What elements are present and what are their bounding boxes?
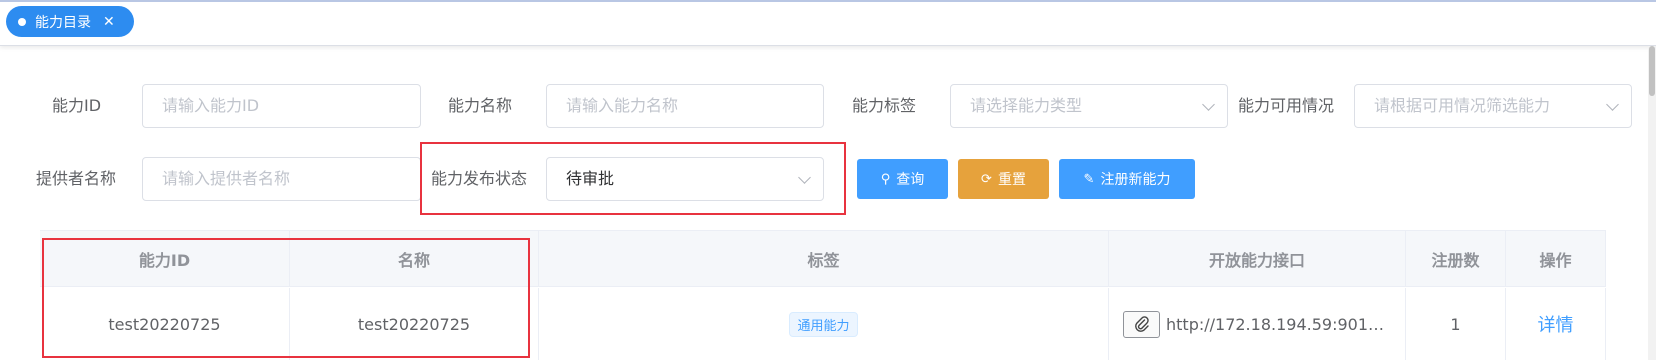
ability-id-input[interactable]: 请输入能力ID bbox=[142, 84, 421, 128]
search-icon: ⚲ bbox=[880, 171, 891, 187]
query-button-label: 查询 bbox=[896, 172, 925, 188]
column-header-action: 操作 bbox=[1506, 231, 1606, 287]
publish-status-label: 能力发布状态 bbox=[431, 169, 528, 188]
cell-count: 1 bbox=[1406, 288, 1506, 360]
ability-tag-select[interactable]: 请选择能力类型 bbox=[950, 84, 1228, 128]
cell-action: 详情 bbox=[1506, 288, 1606, 360]
scrollbar-thumb[interactable] bbox=[1649, 46, 1655, 96]
provider-name-label: 提供者名称 bbox=[36, 169, 117, 188]
chevron-down-icon bbox=[1606, 98, 1619, 111]
cell-id: test20220725 bbox=[40, 288, 290, 360]
edit-icon: ✎ bbox=[1083, 171, 1095, 187]
query-button[interactable]: ⚲ 查询 bbox=[857, 159, 948, 199]
tag-badge: 通用能力 bbox=[789, 311, 858, 337]
ability-table: 能力ID 名称 标签 开放能力接口 注册数 操作 test20220725 te… bbox=[40, 230, 1606, 360]
cell-api: http://172.18.194.59:9012/... bbox=[1109, 288, 1406, 360]
paperclip-icon bbox=[1134, 316, 1149, 332]
tab-label: 能力目录 bbox=[35, 14, 91, 31]
column-header-name: 名称 bbox=[290, 231, 539, 287]
refresh-icon: ⟳ bbox=[981, 171, 992, 187]
provider-name-input[interactable]: 请输入提供者名称 bbox=[142, 157, 421, 201]
copy-link-button[interactable] bbox=[1123, 310, 1160, 338]
publish-status-select[interactable]: 待审批 bbox=[546, 157, 824, 201]
api-url: http://172.18.194.59:9012/... bbox=[1166, 314, 1388, 334]
ability-id-label: 能力ID bbox=[52, 96, 102, 115]
chevron-down-icon bbox=[798, 171, 811, 184]
ability-tag-label: 能力标签 bbox=[852, 96, 917, 115]
table-header: 能力ID 名称 标签 开放能力接口 注册数 操作 bbox=[40, 231, 1606, 287]
tab-bar: 能力目录 ✕ bbox=[0, 0, 1656, 46]
cell-tag: 通用能力 bbox=[539, 288, 1109, 360]
register-button-label: 注册新能力 bbox=[1100, 172, 1171, 188]
chevron-down-icon bbox=[1202, 98, 1215, 111]
register-ability-button[interactable]: ✎ 注册新能力 bbox=[1059, 159, 1195, 199]
reset-button[interactable]: ⟳ 重置 bbox=[958, 159, 1049, 199]
ability-name-input[interactable]: 请输入能力名称 bbox=[546, 84, 824, 128]
availability-placeholder: 请根据可用情况筛选能力 bbox=[1374, 96, 1551, 115]
column-header-tag: 标签 bbox=[539, 231, 1109, 287]
ability-tag-placeholder: 请选择能力类型 bbox=[970, 96, 1083, 115]
top-accent-line bbox=[0, 0, 1656, 2]
availability-label: 能力可用情况 bbox=[1238, 96, 1335, 115]
column-header-id: 能力ID bbox=[40, 231, 290, 287]
details-link[interactable]: 详情 bbox=[1538, 311, 1574, 337]
column-header-api: 开放能力接口 bbox=[1109, 231, 1406, 287]
publish-status-value: 待审批 bbox=[566, 169, 615, 188]
tab-ability-catalog[interactable]: 能力目录 ✕ bbox=[6, 6, 134, 37]
ability-name-label: 能力名称 bbox=[448, 96, 513, 115]
active-dot-icon bbox=[18, 17, 26, 26]
column-header-count: 注册数 bbox=[1406, 231, 1506, 287]
availability-select[interactable]: 请根据可用情况筛选能力 bbox=[1354, 84, 1632, 128]
close-icon[interactable]: ✕ bbox=[103, 14, 115, 30]
reset-button-label: 重置 bbox=[997, 172, 1026, 188]
cell-name: test20220725 bbox=[290, 288, 539, 360]
